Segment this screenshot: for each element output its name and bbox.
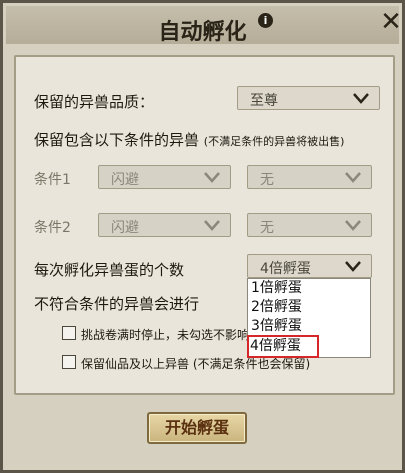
- egg-count-dropdown-list: 1倍孵蛋 2倍孵蛋 3倍孵蛋 4倍孵蛋: [247, 278, 371, 358]
- chevron-down-icon: [353, 93, 369, 104]
- condition-2-skill-select[interactable]: 闪避: [98, 213, 231, 237]
- chevron-down-icon: [345, 220, 361, 231]
- dialog-title: 自动孵化: [158, 20, 247, 45]
- quality-label: 保留的异兽品质：: [34, 93, 155, 111]
- dropdown-option[interactable]: 1倍孵蛋: [250, 279, 368, 298]
- chevron-down-icon: [345, 261, 361, 272]
- checkbox-stop-when-full-label: 挑战卷满时停止，未勾选不影响: [81, 328, 250, 342]
- dropdown-option[interactable]: 3倍孵蛋: [250, 317, 368, 336]
- condition-1-label: 条件1: [34, 172, 71, 188]
- chevron-down-icon: [204, 172, 220, 183]
- checkbox-keep-immortal[interactable]: [62, 355, 76, 369]
- close-icon[interactable]: ✕: [378, 9, 404, 35]
- condition-2-label: 条件2: [34, 220, 71, 236]
- start-hatch-button[interactable]: 开始孵蛋: [147, 412, 247, 444]
- condition-2-option-select[interactable]: 无: [247, 213, 372, 237]
- condition-1-skill-select[interactable]: 闪避: [98, 165, 231, 189]
- title-bar: 自动孵化 i ✕: [6, 6, 402, 45]
- chevron-down-icon: [345, 172, 361, 183]
- dropdown-option[interactable]: 2倍孵蛋: [250, 298, 368, 317]
- condition-1-option-value: 无: [260, 172, 274, 188]
- dropdown-option-selected[interactable]: 4倍孵蛋: [247, 335, 319, 358]
- noncompliant-label: 不符合条件的异兽会进行: [34, 295, 200, 313]
- quality-select-value: 至尊: [250, 93, 278, 109]
- info-icon[interactable]: i: [258, 13, 273, 28]
- condition-2-option-value: 无: [260, 220, 274, 236]
- egg-count-select[interactable]: 4倍孵蛋: [247, 254, 372, 278]
- auto-hatch-dialog: 自动孵化 i ✕ 保留的异兽品质： 至尊 保留包含以下条件的异兽 (不满足条件的…: [0, 0, 405, 473]
- conditions-heading: 保留包含以下条件的异兽 (不满足条件的异兽将被出售): [34, 129, 344, 150]
- checkbox-stop-when-full[interactable]: [62, 326, 76, 340]
- conditions-heading-text: 保留包含以下条件的异兽: [34, 131, 200, 149]
- chevron-down-icon: [204, 220, 220, 231]
- conditions-note: (不满足条件的异兽将被出售): [203, 135, 345, 148]
- quality-select[interactable]: 至尊: [237, 86, 380, 110]
- condition-1-skill-value: 闪避: [111, 172, 139, 188]
- condition-2-skill-value: 闪避: [111, 220, 139, 236]
- egg-count-value: 4倍孵蛋: [260, 261, 311, 277]
- egg-count-label: 每次孵化异兽蛋的个数: [34, 261, 185, 279]
- condition-1-option-select[interactable]: 无: [247, 165, 372, 189]
